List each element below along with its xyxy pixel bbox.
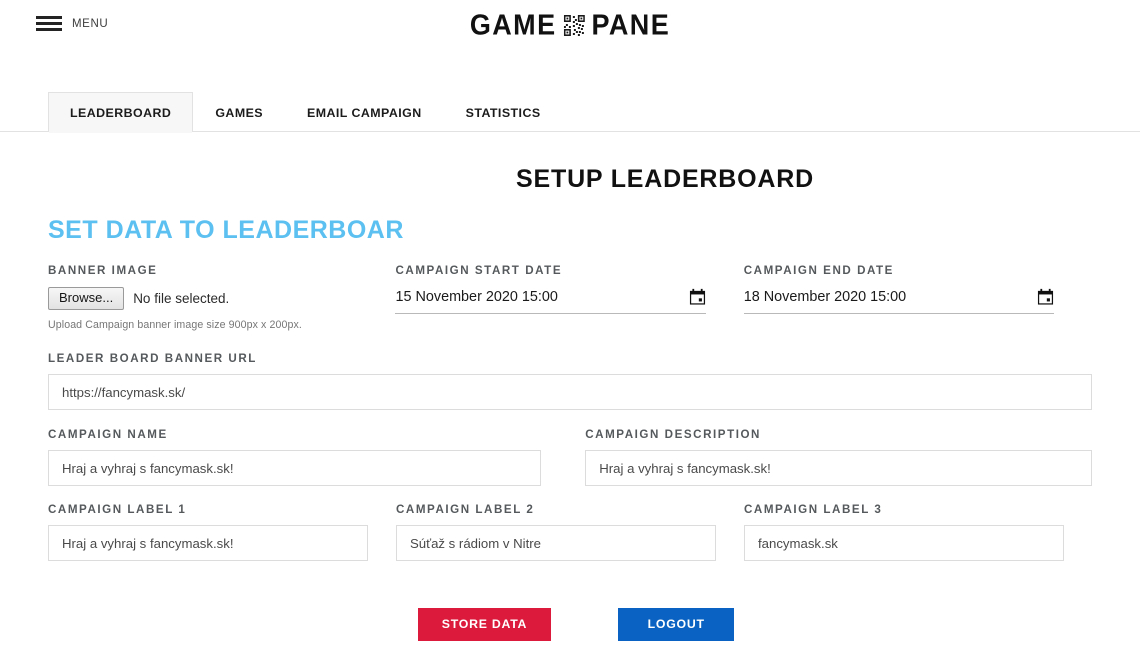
campaign-start-date-value: 15 November 2020 15:00: [395, 288, 558, 305]
brand-logo: GAME PANE: [469, 9, 671, 41]
page-title: SETUP LEADERBOARD: [516, 165, 814, 193]
brand-word-right: PANE: [591, 9, 671, 41]
campaign-description-label: CAMPAIGN DESCRIPTION: [585, 428, 761, 441]
campaign-end-date-field: CAMPAIGN END DATE 18 November 2020 15:00: [743, 264, 1092, 314]
browse-button[interactable]: Browse...: [48, 286, 125, 310]
campaign-label-3-field: CAMPAIGN LABEL 3 fancymask.sk: [744, 503, 1092, 561]
section-title: SET DATA TO LEADERBOAR: [48, 216, 404, 244]
tab-email-campaign-label: EMAIL CAMPAIGN: [307, 105, 422, 120]
leaderboard-form: BANNER IMAGE Browse... No file selected.…: [48, 264, 1092, 561]
banner-url-label: LEADER BOARD BANNER URL: [48, 352, 257, 365]
tab-statistics-label: STATISTICS: [465, 105, 541, 120]
campaign-end-date-input[interactable]: 18 November 2020 15:00: [743, 286, 1054, 314]
brand-word-left: GAME: [469, 9, 557, 41]
campaign-description-value: Hraj a vyhraj s fancymask.sk!: [599, 460, 771, 476]
store-data-button[interactable]: STORE DATA: [417, 608, 552, 641]
campaign-end-date-label: CAMPAIGN END DATE: [743, 264, 894, 277]
banner-url-field: LEADER BOARD BANNER URL https://fancymas…: [48, 352, 1092, 410]
page-header: MENU GAME PANE: [0, 0, 1140, 56]
tab-statistics[interactable]: STATISTICS: [444, 92, 563, 132]
campaign-description-input[interactable]: Hraj a vyhraj s fancymask.sk!: [585, 450, 1092, 486]
campaign-start-date-label: CAMPAIGN START DATE: [395, 264, 563, 277]
campaign-label-3-value: fancymask.sk: [758, 535, 838, 551]
tab-leaderboard[interactable]: LEADERBOARD: [48, 92, 194, 133]
campaign-label-1-input[interactable]: Hraj a vyhraj s fancymask.sk!: [48, 525, 368, 561]
campaign-name-value: Hraj a vyhraj s fancymask.sk!: [62, 460, 234, 476]
calendar-icon[interactable]: [1037, 288, 1054, 306]
file-input-row[interactable]: Browse... No file selected.: [48, 286, 383, 310]
menu-button[interactable]: MENU: [36, 15, 108, 32]
tab-leaderboard-label: LEADERBOARD: [70, 105, 172, 120]
campaign-label-2-value: Súťaž s rádiom v Nitre: [410, 535, 541, 551]
hamburger-icon[interactable]: [36, 15, 62, 32]
logout-button[interactable]: LOGOUT: [618, 608, 735, 641]
banner-image-hint: Upload Campaign banner image size 900px …: [48, 319, 302, 331]
qr-code-icon: [563, 15, 585, 36]
campaign-name-input[interactable]: Hraj a vyhraj s fancymask.sk!: [48, 450, 542, 486]
calendar-icon[interactable]: [689, 288, 706, 306]
tab-email-campaign[interactable]: EMAIL CAMPAIGN: [285, 92, 444, 132]
form-row-name-description: CAMPAIGN NAME Hraj a vyhraj s fancymask.…: [48, 428, 1092, 486]
tab-games-label: GAMES: [215, 105, 264, 120]
banner-url-value: https://fancymask.sk/: [62, 384, 186, 400]
tab-bar: LEADERBOARD GAMES EMAIL CAMPAIGN STATIST…: [0, 92, 1140, 133]
tab-games[interactable]: GAMES: [193, 92, 285, 132]
form-row-labels: CAMPAIGN LABEL 1 Hraj a vyhraj s fancyma…: [48, 503, 1092, 561]
campaign-label-1-field: CAMPAIGN LABEL 1 Hraj a vyhraj s fancyma…: [48, 503, 396, 561]
campaign-start-date-input[interactable]: 15 November 2020 15:00: [395, 286, 706, 314]
form-row-top: BANNER IMAGE Browse... No file selected.…: [48, 264, 1092, 331]
campaign-name-field: CAMPAIGN NAME Hraj a vyhraj s fancymask.…: [48, 428, 570, 486]
banner-image-field: BANNER IMAGE Browse... No file selected.…: [48, 264, 395, 331]
campaign-label-1-label: CAMPAIGN LABEL 1: [48, 503, 187, 516]
file-status-text: No file selected.: [133, 290, 230, 306]
campaign-end-date-value: 18 November 2020 15:00: [743, 288, 907, 305]
banner-image-label: BANNER IMAGE: [48, 264, 158, 277]
campaign-label-3-label: CAMPAIGN LABEL 3: [744, 503, 883, 516]
campaign-label-2-input[interactable]: Súťaž s rádiom v Nitre: [396, 525, 716, 561]
campaign-label-2-label: CAMPAIGN LABEL 2: [396, 503, 535, 516]
campaign-name-label: CAMPAIGN NAME: [48, 428, 168, 441]
campaign-start-date-field: CAMPAIGN START DATE 15 November 2020 15:…: [395, 264, 743, 314]
menu-label: MENU: [72, 17, 109, 30]
campaign-description-field: CAMPAIGN DESCRIPTION Hraj a vyhraj s fan…: [570, 428, 1092, 486]
campaign-label-2-field: CAMPAIGN LABEL 2 Súťaž s rádiom v Nitre: [396, 503, 744, 561]
campaign-label-1-value: Hraj a vyhraj s fancymask.sk!: [62, 535, 234, 551]
banner-url-input[interactable]: https://fancymask.sk/: [48, 374, 1092, 410]
form-actions: STORE DATA LOGOUT: [0, 608, 1140, 641]
campaign-label-3-input[interactable]: fancymask.sk: [744, 525, 1064, 561]
